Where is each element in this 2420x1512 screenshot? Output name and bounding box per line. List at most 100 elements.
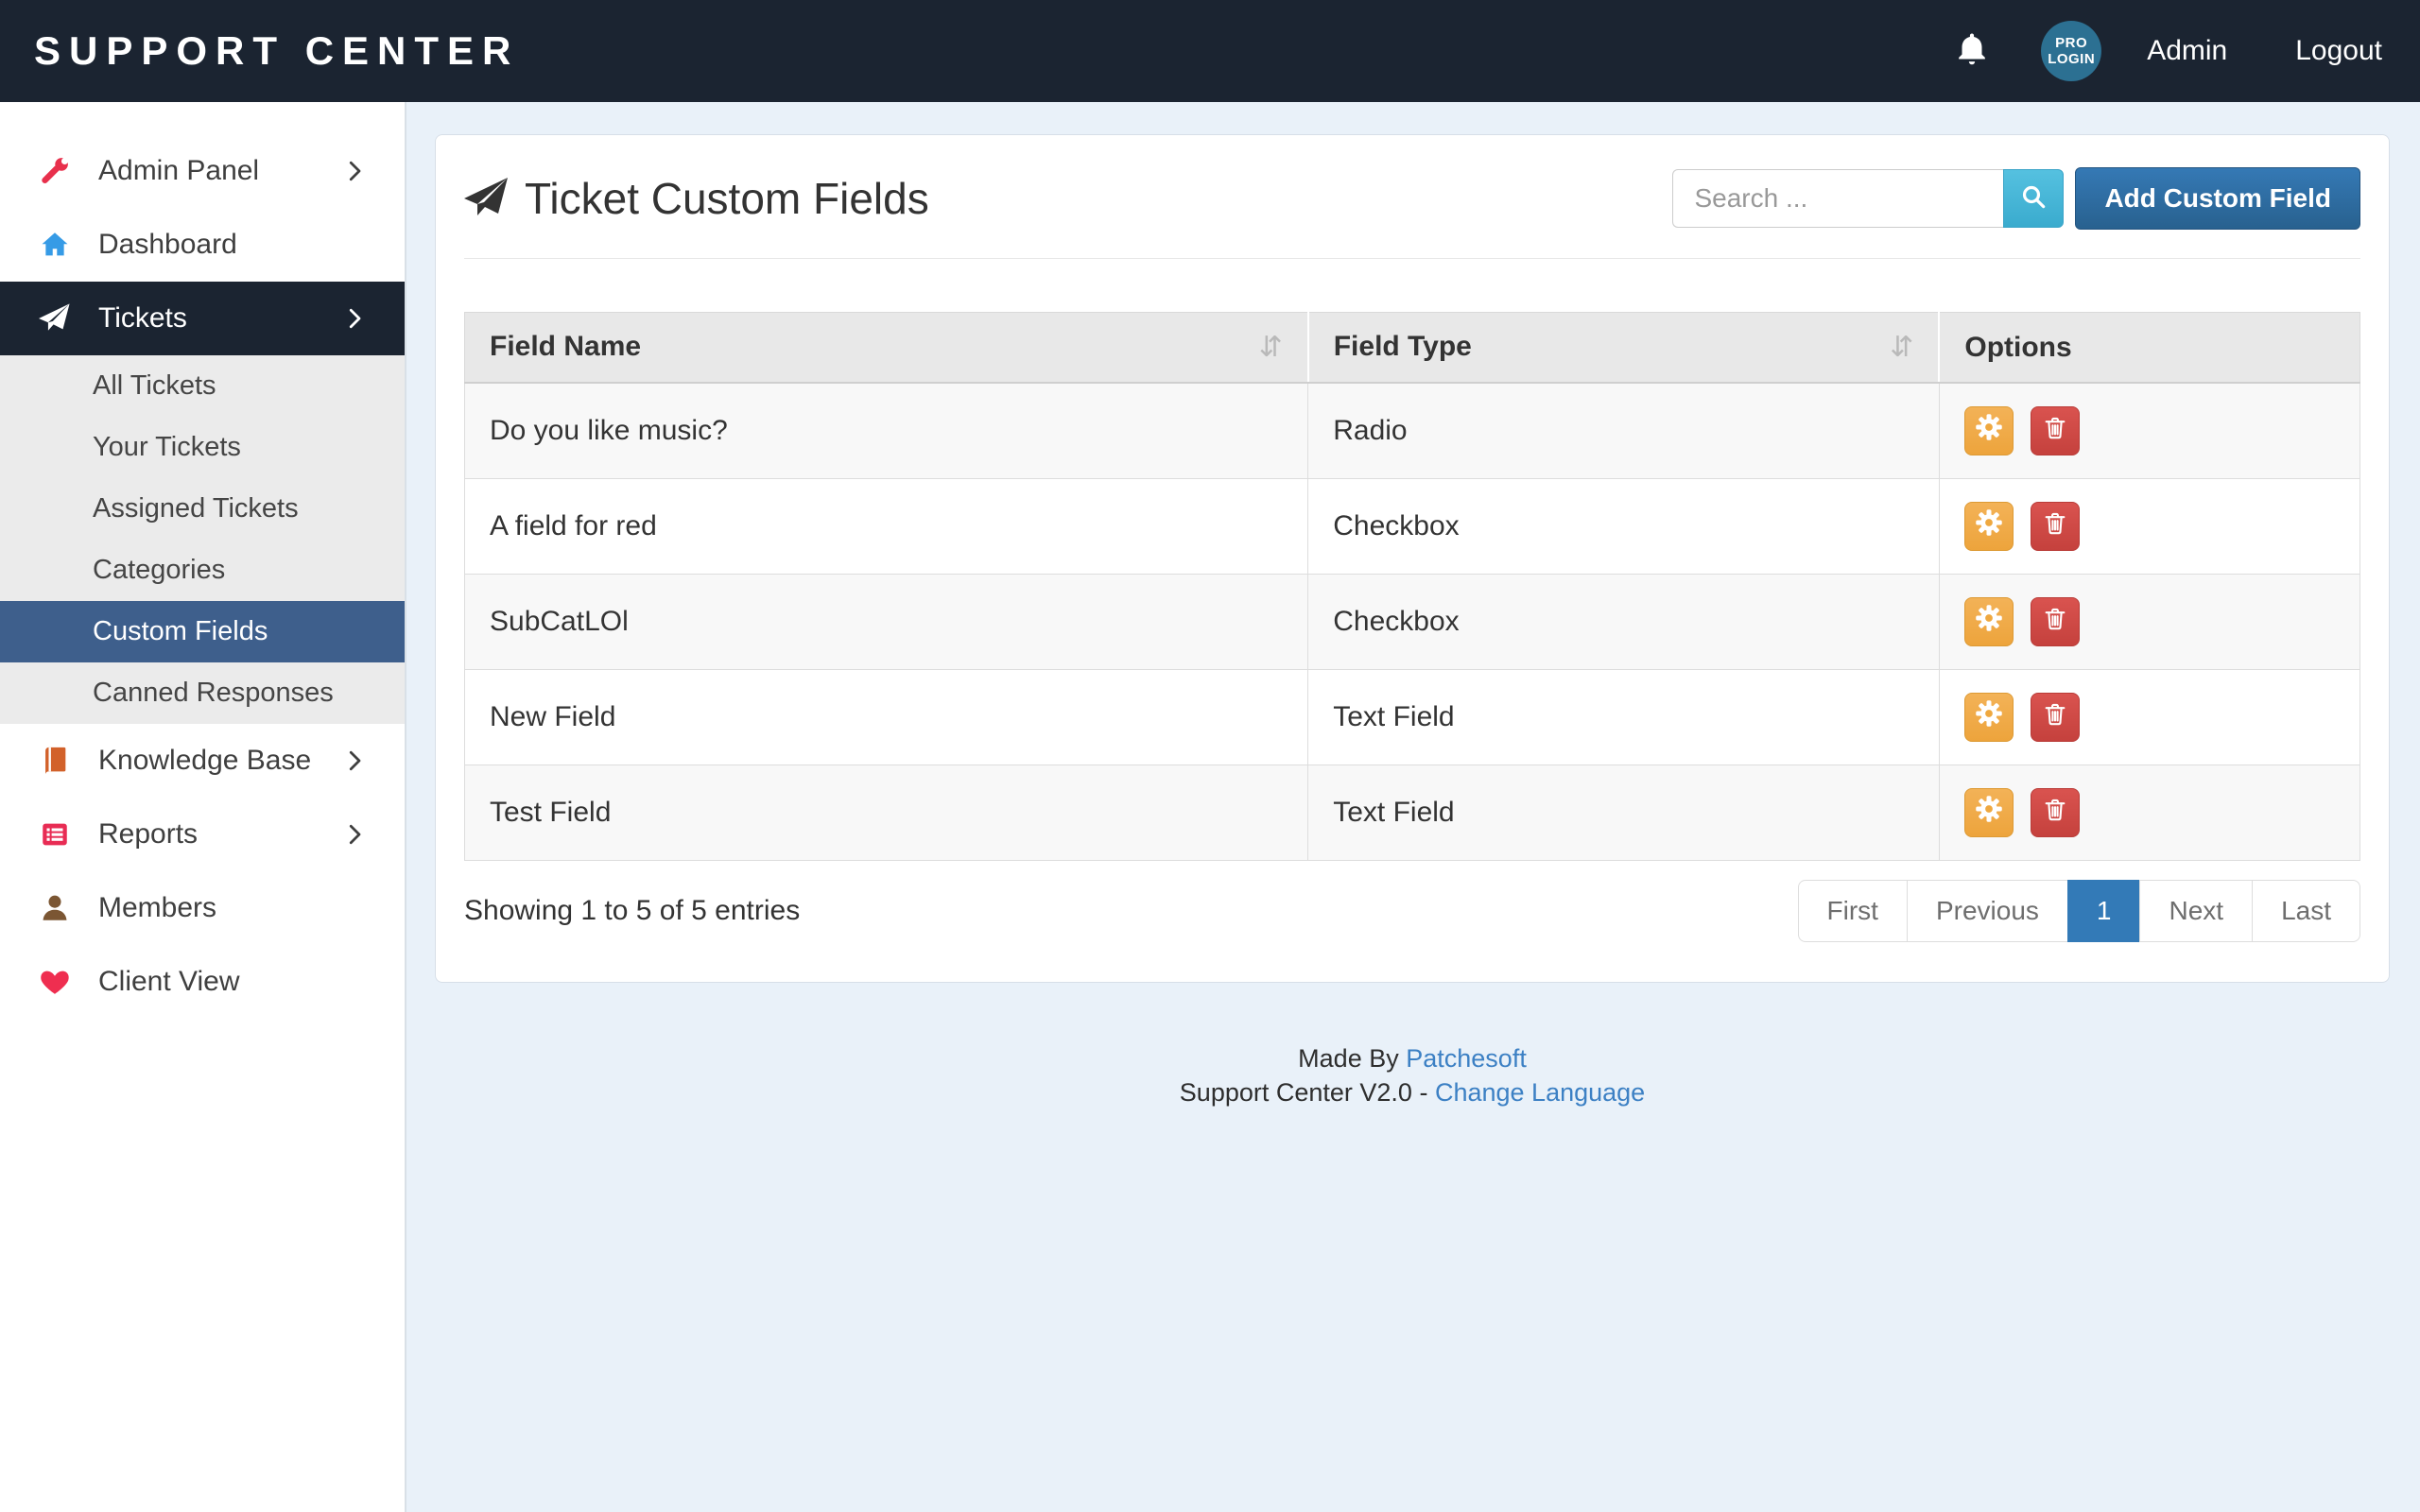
pro-badge-line1: PRO [2055,35,2087,51]
sidebar-item-label: Dashboard [98,229,237,261]
pro-login-badge[interactable]: PRO LOGIN [2041,21,2101,81]
edit-field-button[interactable] [1964,788,2014,837]
sidebar-subitem-label: Assigned Tickets [93,493,299,524]
table-footer: Showing 1 to 5 of 5 entries First Previo… [464,880,2360,942]
sidebar-item-label: Client View [98,966,240,998]
pagination: First Previous 1 Next Last [1798,880,2360,942]
column-header-field-name[interactable]: Field Name ⇵ [465,313,1308,384]
user-icon [36,892,74,924]
header-controls: Add Custom Field [1672,167,2360,230]
site-footer: Made By Patchesoft Support Center V2.0 -… [435,1041,2390,1109]
sidebar-subitem-label: Custom Fields [93,616,268,647]
shell: Admin Panel Dashboard [0,102,2420,1512]
footer-version-line: Support Center V2.0 - Change Language [435,1075,2390,1109]
nav-logout[interactable]: Logout [2295,35,2382,67]
sidebar-item-admin-panel[interactable]: Admin Panel [0,134,405,208]
search-group [1672,169,2064,228]
search-button[interactable] [2003,169,2064,228]
delete-field-button[interactable] [2031,788,2080,837]
options-cell [1939,765,2360,861]
options-cell [1939,383,2360,479]
sidebar-item-custom-fields[interactable]: Custom Fields [0,601,405,662]
sidebar-item-client-view[interactable]: Client View [0,945,405,1019]
edit-field-button[interactable] [1964,502,2014,551]
header-divider [464,258,2360,259]
sort-icon: ⇵ [1890,331,1913,364]
sidebar-item-knowledge-base[interactable]: Knowledge Base [0,724,405,798]
showing-entries-text: Showing 1 to 5 of 5 entries [464,895,800,927]
notifications-button[interactable] [1952,29,1992,74]
delete-field-button[interactable] [2031,406,2080,455]
table-row: Do you like music? Radio [465,383,2360,479]
field-type-cell: Checkbox [1308,575,1940,670]
report-icon [36,818,74,850]
sidebar-item-dashboard[interactable]: Dashboard [0,208,405,282]
trash-icon [2042,605,2068,639]
chevron-right-icon [340,304,369,333]
delete-field-button[interactable] [2031,597,2080,646]
sidebar-item-label: Members [98,892,216,924]
sidebar-item-canned-responses[interactable]: Canned Responses [0,662,405,724]
edit-field-button[interactable] [1964,597,2014,646]
sort-icon: ⇵ [1259,331,1283,364]
column-header-field-type[interactable]: Field Type ⇵ [1308,313,1940,384]
sidebar-item-your-tickets[interactable]: Your Tickets [0,417,405,478]
delete-field-button[interactable] [2031,693,2080,742]
sidebar-item-tickets[interactable]: Tickets [0,282,405,355]
sidebar-item-reports[interactable]: Reports [0,798,405,871]
field-name-cell: New Field [465,670,1308,765]
sidebar-item-all-tickets[interactable]: All Tickets [0,355,405,417]
sidebar-subitem-label: All Tickets [93,370,216,402]
title-wrap: Ticket Custom Fields [464,173,929,224]
add-custom-field-button[interactable]: Add Custom Field [2075,167,2360,230]
wrench-icon [36,155,74,187]
sidebar: Admin Panel Dashboard [0,102,406,1512]
sidebar-item-label: Tickets [98,302,187,335]
field-name-cell: Test Field [465,765,1308,861]
panel-header: Ticket Custom Fields [464,167,2360,230]
field-type-cell: Text Field [1308,670,1940,765]
app-brand: SUPPORT CENTER [34,28,519,74]
sidebar-subitem-label: Canned Responses [93,678,334,709]
pagination-last[interactable]: Last [2252,880,2360,942]
edit-field-button[interactable] [1964,406,2014,455]
sidebar-item-label: Knowledge Base [98,745,311,777]
field-name-cell: Do you like music? [465,383,1308,479]
page-title: Ticket Custom Fields [525,173,929,224]
patchesoft-link[interactable]: Patchesoft [1406,1044,1527,1073]
gear-icon [1975,795,2003,831]
pagination-previous[interactable]: Previous [1907,880,2068,942]
change-language-link[interactable]: Change Language [1435,1078,1645,1107]
sidebar-item-label: Admin Panel [98,155,259,187]
paper-plane-icon [464,176,510,221]
gear-icon [1975,413,2003,449]
field-type-cell: Radio [1308,383,1940,479]
table-row: New Field Text Field [465,670,2360,765]
sidebar-item-assigned-tickets[interactable]: Assigned Tickets [0,478,405,540]
nav-user-admin[interactable]: Admin [2147,35,2227,67]
table-row: Test Field Text Field [465,765,2360,861]
delete-field-button[interactable] [2031,502,2080,551]
trash-icon [2042,509,2068,543]
pagination-next[interactable]: Next [2139,880,2253,942]
sidebar-item-members[interactable]: Members [0,871,405,945]
custom-fields-panel: Ticket Custom Fields [435,134,2390,983]
pagination-first[interactable]: First [1798,880,1908,942]
chevron-right-icon [340,157,369,185]
gear-icon [1975,699,2003,735]
sidebar-subitem-label: Categories [93,555,225,586]
navbar-right: PRO LOGIN Admin Logout [1952,21,2382,81]
options-cell [1939,575,2360,670]
search-input[interactable] [1672,169,2003,228]
pagination-page-1[interactable]: 1 [2067,880,2141,942]
main-content: Ticket Custom Fields [406,102,2420,1512]
field-name-cell: A field for red [465,479,1308,575]
edit-field-button[interactable] [1964,693,2014,742]
table-row: SubCatLOl Checkbox [465,575,2360,670]
gear-icon [1975,508,2003,544]
add-custom-field-label: Add Custom Field [2104,183,2331,214]
heart-icon [36,966,74,998]
book-icon [36,745,74,777]
sidebar-item-categories[interactable]: Categories [0,540,405,601]
custom-fields-table: Field Name ⇵ Field Type ⇵ Options [464,312,2360,861]
